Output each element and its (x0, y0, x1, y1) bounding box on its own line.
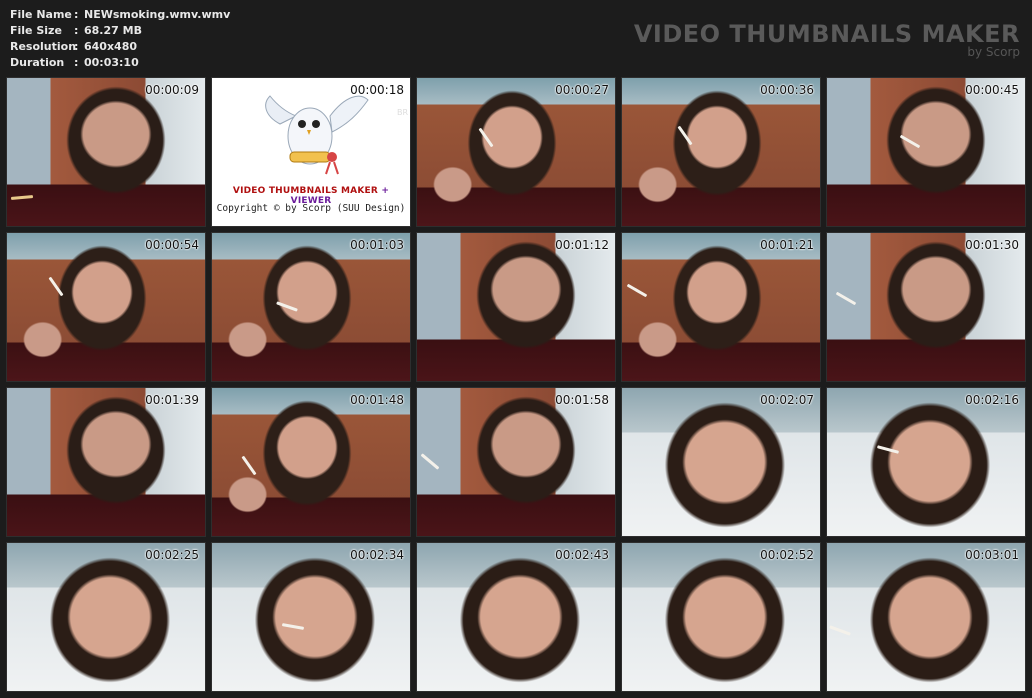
thumbnail[interactable]: 00:01:48 (211, 387, 411, 537)
thumbnail[interactable]: 00:02:25 (6, 542, 206, 692)
file-info-panel: File Name : NEWsmoking.wmv.wmv File Size… (10, 7, 230, 71)
thumbnail[interactable]: 00:01:21 (621, 232, 821, 382)
timestamp: 00:01:58 (555, 393, 609, 407)
thumbnail[interactable]: 00:02:52 (621, 542, 821, 692)
timestamp: 00:00:27 (555, 83, 609, 97)
brand-title: VIDEO THUMBNAILS MAKER (633, 20, 1020, 48)
timestamp: 00:01:48 (350, 393, 404, 407)
logo-copyright: Copyright © by Scorp (SUU Design) (216, 203, 406, 214)
file-info-row: Duration : 00:03:10 (10, 55, 230, 71)
file-info-row: File Name : NEWsmoking.wmv.wmv (10, 7, 230, 23)
cigarette-shape (876, 445, 900, 454)
thumbnail[interactable]: 00:01:39 (6, 387, 206, 537)
timestamp: 00:02:43 (555, 548, 609, 562)
cigarette-shape (10, 195, 34, 200)
cigarette-shape (241, 455, 257, 476)
cigarette-shape (48, 276, 64, 297)
timestamp: 00:00:09 (145, 83, 199, 97)
timestamp: 00:03:01 (965, 548, 1019, 562)
cigarette-shape (420, 453, 440, 470)
timestamp: 00:00:54 (145, 238, 199, 252)
cigarette-shape (276, 301, 298, 312)
thumbnail[interactable]: 00:00:09 (6, 77, 206, 227)
file-info-row: File Size : 68.27 MB (10, 23, 230, 39)
cigarette-shape (478, 127, 494, 148)
timestamp: 00:01:21 (760, 238, 814, 252)
duration-label: Duration (10, 56, 65, 69)
thumbnail-grid: 00:00:09 BR VIDEO THUMBNAILS MAKER + VIE… (6, 77, 1026, 692)
thumbnail[interactable]: 00:01:12 (416, 232, 616, 382)
timestamp: 00:02:52 (760, 548, 814, 562)
separator: : (74, 56, 79, 69)
thumbnail[interactable]: 00:02:16 (826, 387, 1026, 537)
thumbnail[interactable]: 00:01:30 (826, 232, 1026, 382)
separator: : (74, 24, 79, 37)
separator: : (74, 40, 79, 53)
thumbnail[interactable]: 00:03:01 (826, 542, 1026, 692)
duration-value: 00:03:10 (84, 56, 139, 69)
logo-ghost-text: BR (396, 108, 408, 117)
timestamp: 00:02:07 (760, 393, 814, 407)
timestamp: 00:01:12 (555, 238, 609, 252)
file-name-label: File Name (10, 8, 72, 21)
thumbnail[interactable]: 00:02:07 (621, 387, 821, 537)
timestamp: 00:01:30 (965, 238, 1019, 252)
cigarette-shape (829, 625, 851, 636)
file-size-label: File Size (10, 24, 62, 37)
thumbnail[interactable]: 00:01:58 (416, 387, 616, 537)
thumbnail[interactable]: 00:00:45 (826, 77, 1026, 227)
separator: : (74, 8, 79, 21)
logo-thumbnail[interactable]: BR VIDEO THUMBNAILS MAKER + VIEWER Copyr… (211, 77, 411, 227)
thumbnail[interactable]: 00:00:54 (6, 232, 206, 382)
timestamp: 00:00:18 (350, 83, 404, 97)
thumbnail[interactable]: 00:02:34 (211, 542, 411, 692)
file-info-row: Resolution : 640x480 (10, 39, 230, 55)
file-size-value: 68.27 MB (84, 24, 142, 37)
thumbnail[interactable]: 00:01:03 (211, 232, 411, 382)
brand-watermark: VIDEO THUMBNAILS MAKER by Scorp (634, 20, 1020, 58)
cigarette-shape (835, 291, 857, 306)
resolution-value: 640x480 (84, 40, 138, 53)
timestamp: 00:01:03 (350, 238, 404, 252)
timestamp: 00:02:34 (350, 548, 404, 562)
file-name-value: NEWsmoking.wmv.wmv (84, 8, 231, 21)
cigarette-shape (677, 125, 693, 146)
thumbnail[interactable]: 00:02:43 (416, 542, 616, 692)
owl-logo-icon (265, 95, 369, 175)
logo-title-main: VIDEO THUMBNAILS MAKER (232, 186, 378, 196)
resolution-label: Resolution (10, 40, 77, 53)
timestamp: 00:00:45 (965, 83, 1019, 97)
timestamp: 00:00:36 (760, 83, 814, 97)
cigarette-shape (899, 134, 921, 149)
thumbnail[interactable]: 00:00:27 (416, 77, 616, 227)
cigarette-shape (281, 623, 305, 630)
timestamp: 00:01:39 (145, 393, 199, 407)
timestamp: 00:02:16 (965, 393, 1019, 407)
timestamp: 00:02:25 (145, 548, 199, 562)
thumbnail[interactable]: 00:00:36 (621, 77, 821, 227)
cigarette-shape (626, 283, 648, 298)
